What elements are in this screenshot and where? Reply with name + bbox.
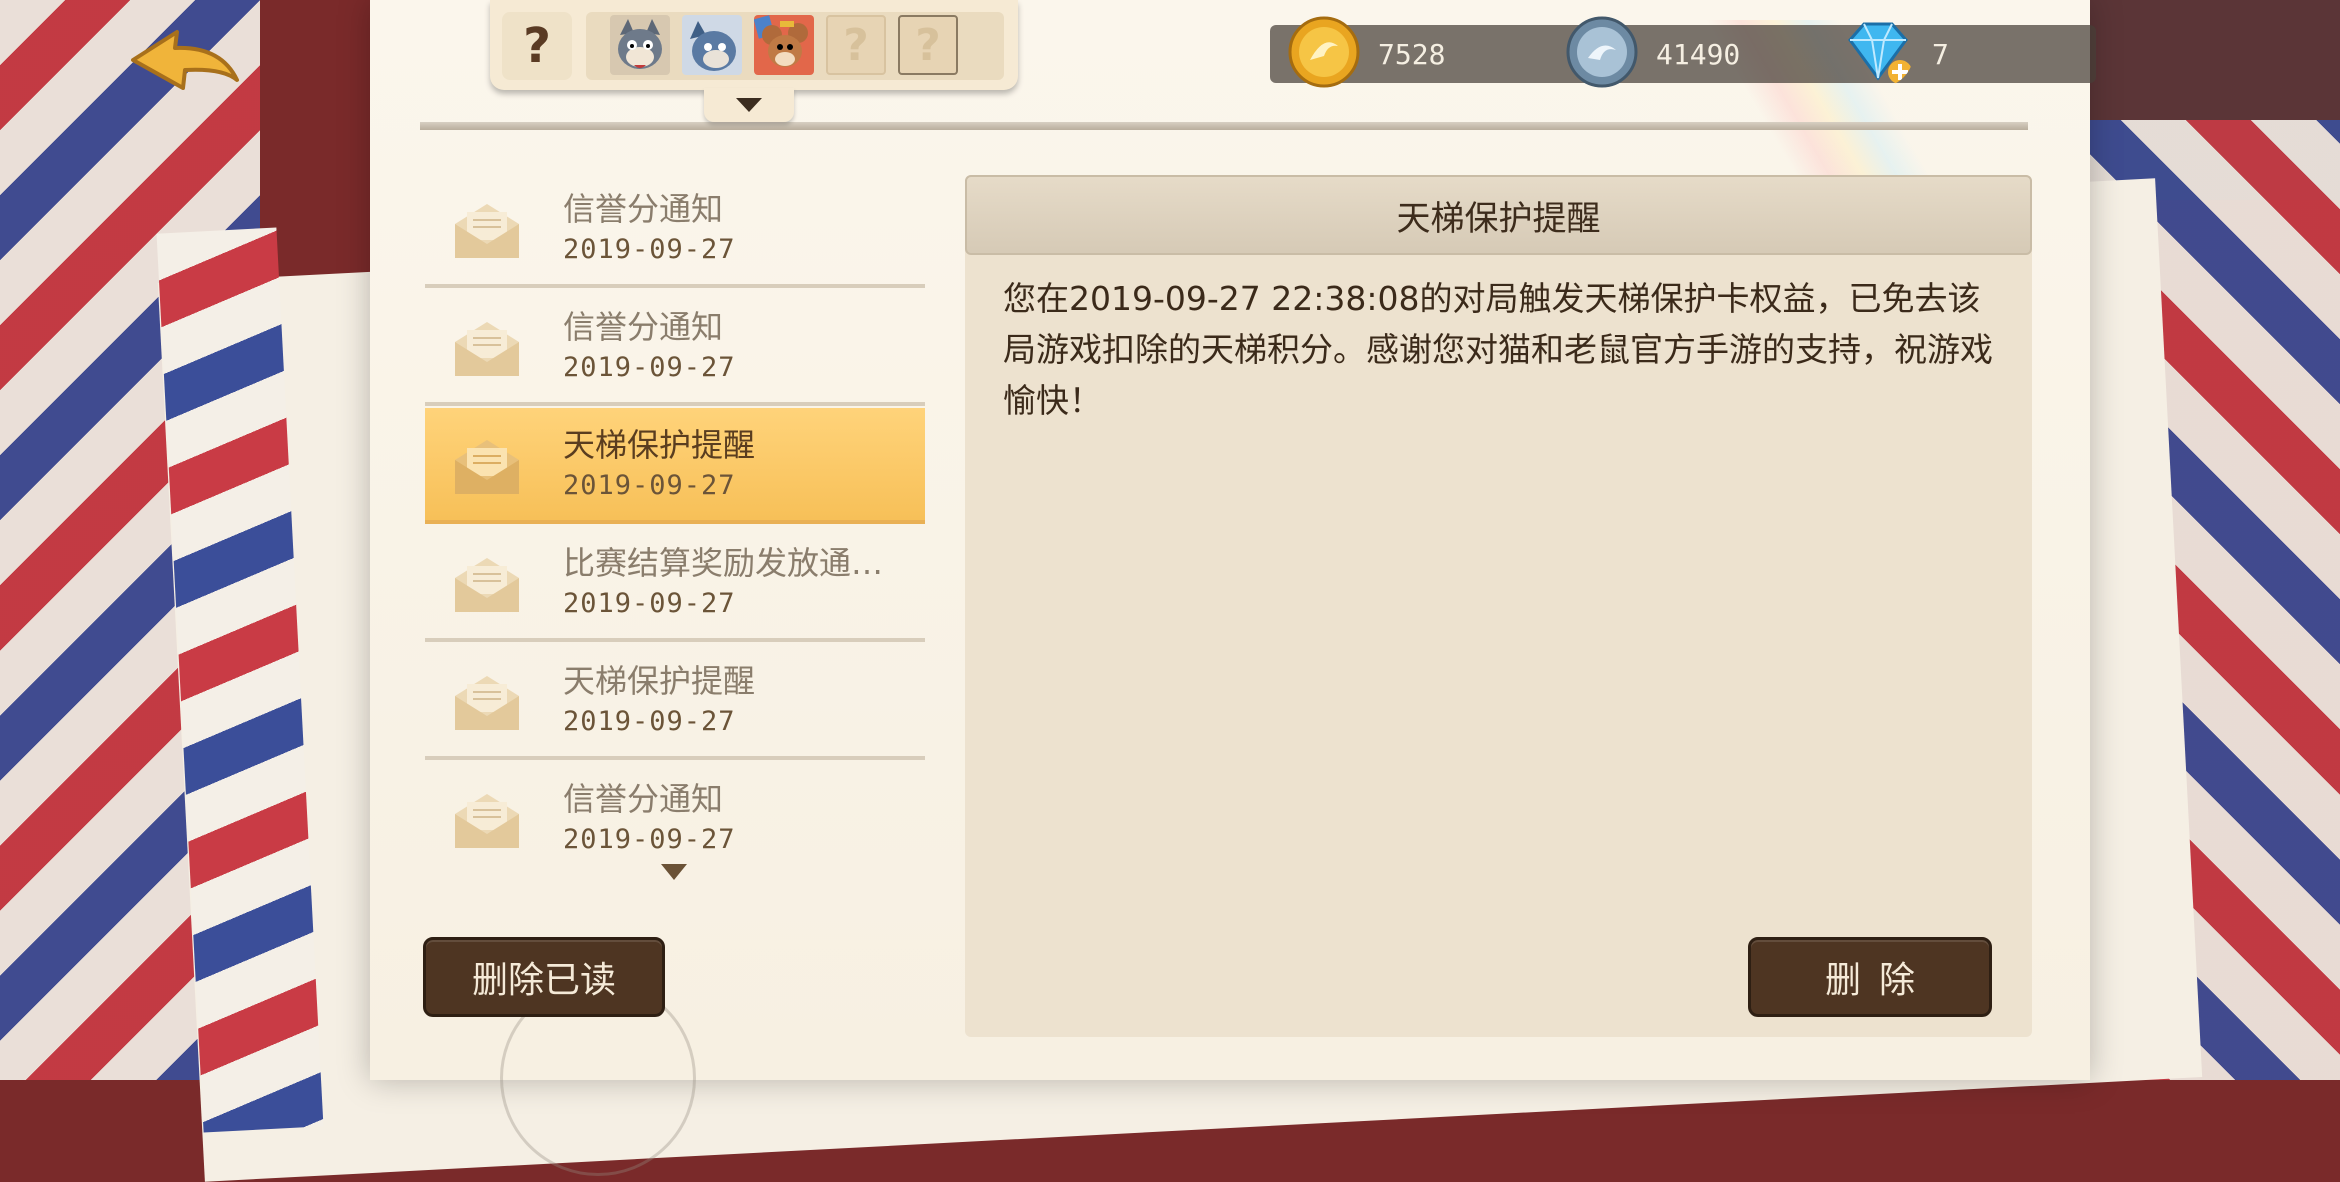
envelope-icon [455,204,519,258]
mail-detail-body: 您在2019-09-27 22:38:08的对局触发天梯保护卡权益，已免去该局游… [1003,279,1993,420]
header-divider [420,122,2028,130]
envelope-icon [455,440,519,494]
mail-title: 信誉分通知 [563,780,724,818]
empty-slot[interactable]: ? [898,15,958,75]
mail-date: 2019-09-27 [563,706,736,737]
gold-currency: 7528 [1288,16,1446,88]
help-button[interactable]: ? [502,12,572,80]
diamond-amount: 7 [1932,37,1949,71]
silver-amount: 41490 [1656,37,1741,71]
mail-title: 天梯保护提醒 [563,662,756,700]
character-slots: ? ? [586,12,1004,80]
mail-date: 2019-09-27 [563,352,736,383]
currency-bar: 7528 41490 7 [1270,16,2096,88]
mail-item[interactable]: 天梯保护提醒 2019-09-27 [425,644,925,760]
tom-face-icon [610,15,670,75]
mail-date: 2019-09-27 [563,470,736,501]
tray-expand-button[interactable] [704,88,794,122]
delete-read-button[interactable]: 删除已读 [423,937,665,1017]
gold-amount: 7528 [1378,37,1446,71]
mail-detail-panel: 天梯保护提醒 您在2019-09-27 22:38:08的对局触发天梯保护卡权益… [965,175,2032,1037]
mail-item[interactable]: 信誉分通知 2019-09-27 [425,762,925,857]
envelope-icon [455,558,519,612]
back-arrow-icon [131,30,239,90]
question-mark-icon: ? [523,18,551,74]
empty-slot[interactable]: ? [826,15,886,75]
tom-alt-avatar[interactable] [682,15,742,75]
mail-title: 比赛结算奖励发放通… [563,544,884,582]
mail-list[interactable]: 信誉分通知 2019-09-27 信誉分通知 2019-09-27 天梯保护提醒… [425,172,925,857]
mail-title: 信誉分通知 [563,308,724,346]
chevron-down-icon [736,98,762,112]
jerry-avatar[interactable] [754,15,814,75]
mail-date: 2019-09-27 [563,588,736,619]
mail-date: 2019-09-27 [563,234,736,265]
mail-item-selected[interactable]: 天梯保护提醒 2019-09-27 [425,408,925,524]
mail-detail-title: 天梯保护提醒 [965,175,2032,255]
mail-item[interactable]: 信誉分通知 2019-09-27 [425,172,925,288]
diamond-add-icon [1848,22,1912,84]
unknown-icon: ? [843,19,869,71]
chevron-down-icon [661,864,687,880]
envelope-icon [455,676,519,730]
delete-button[interactable]: 删除 [1748,937,1992,1017]
jerry-face-icon [754,15,814,75]
mail-title: 信誉分通知 [563,190,724,228]
mail-date: 2019-09-27 [563,824,736,855]
diamond-currency[interactable]: 7 [1842,22,1949,84]
mail-item[interactable]: 比赛结算奖励发放通… 2019-09-27 [425,526,925,642]
silver-currency: 41490 [1566,16,1741,88]
team-tray: ? ? ? [490,0,1018,90]
envelope-icon [455,794,519,848]
scroll-down-indicator[interactable] [660,862,688,886]
back-button[interactable] [125,26,245,104]
tom-avatar[interactable] [610,15,670,75]
silver-coin-icon [1566,16,1638,88]
mail-item[interactable]: 信誉分通知 2019-09-27 [425,290,925,406]
envelope-icon [455,322,519,376]
tom-alt-face-icon [682,15,742,75]
mail-title: 天梯保护提醒 [563,426,756,464]
unknown-icon: ? [915,19,941,71]
gold-coin-icon [1288,16,1360,88]
